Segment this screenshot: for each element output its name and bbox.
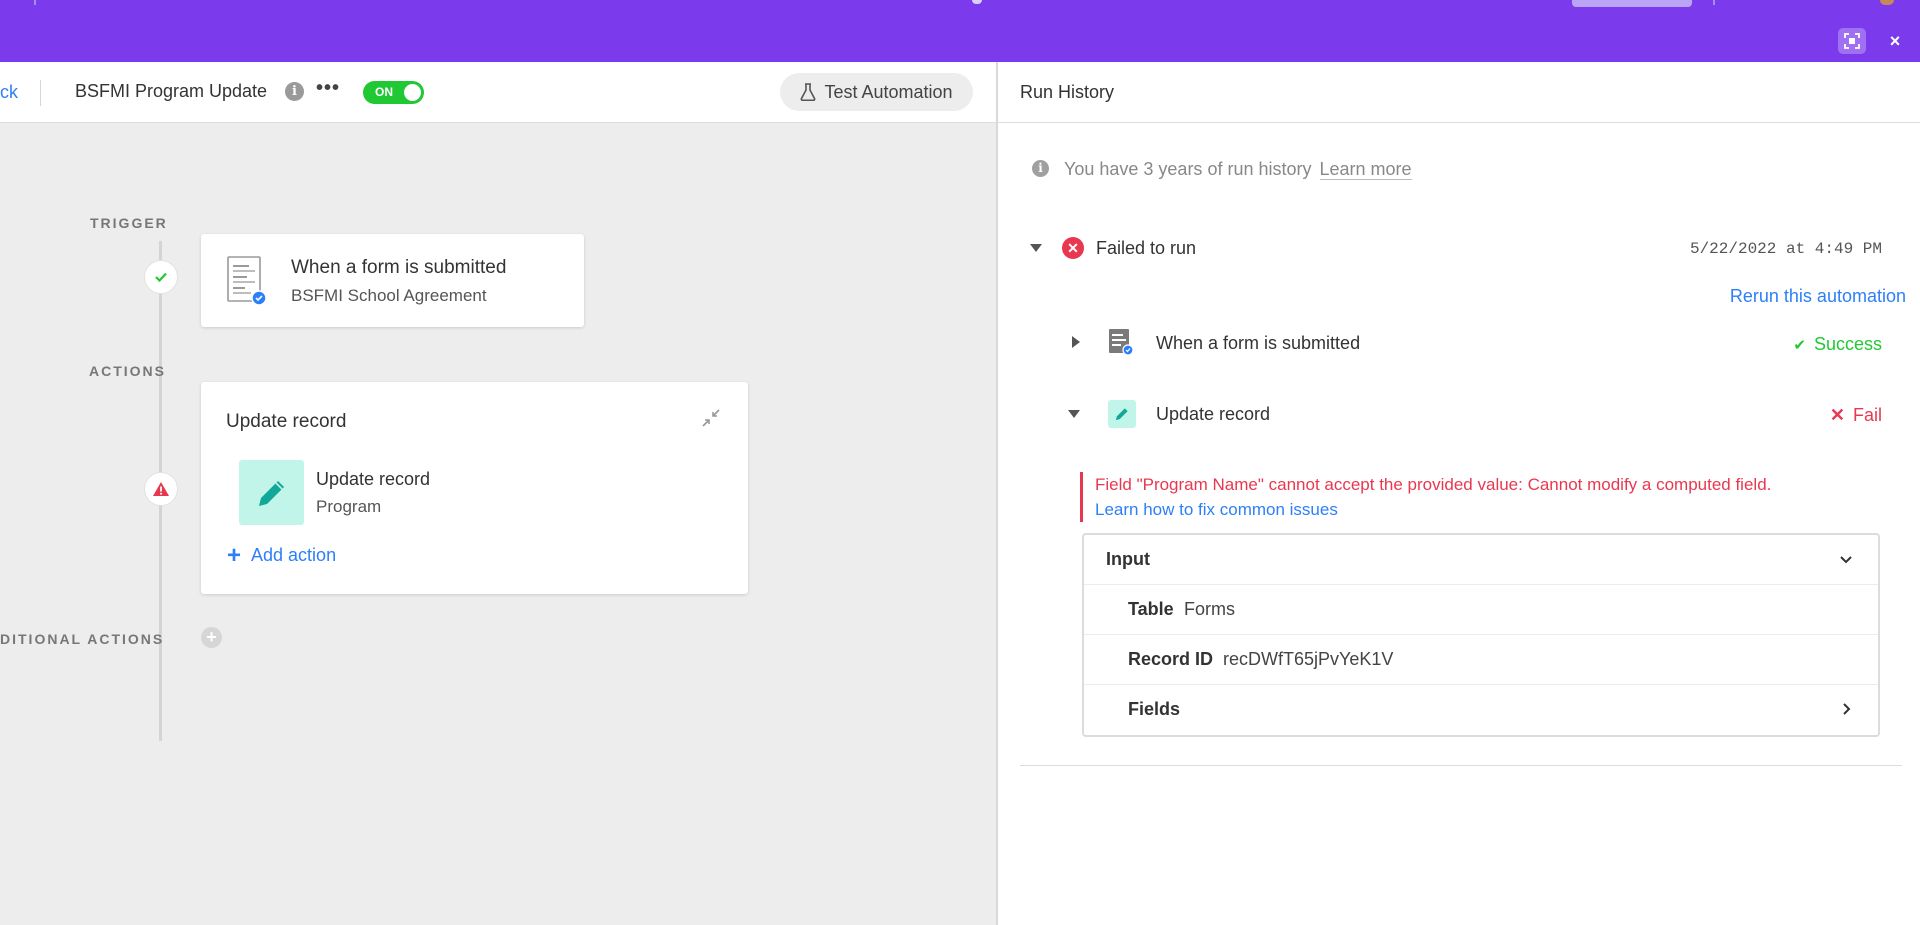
history-notice: You have 3 years of run history Learn mo…: [1064, 159, 1412, 180]
record-id-key: Record ID: [1128, 649, 1214, 669]
pencil-icon: [258, 480, 284, 506]
success-label: Success: [1813, 334, 1882, 354]
trigger-subtitle: BSFMI School Agreement: [291, 286, 487, 305]
toggle-knob: [404, 84, 421, 101]
form-icon: [1109, 329, 1134, 356]
input-header-row[interactable]: Input: [1084, 535, 1878, 585]
top-bar-button[interactable]: [1572, 0, 1692, 7]
form-icon: [227, 256, 267, 306]
chevron-right-icon: [1843, 703, 1851, 715]
step-collapse-caret-icon[interactable]: [1068, 410, 1080, 418]
input-header: Input: [1106, 549, 1150, 569]
table-key: Table: [1128, 599, 1174, 619]
run-history-panel: Run History i You have 3 years of run hi…: [996, 62, 1920, 925]
automation-title[interactable]: BSFMI Program Update: [75, 81, 267, 102]
trigger-status-dot: [144, 260, 178, 294]
fix-issues-link[interactable]: Learn how to fix common issues: [1095, 497, 1880, 522]
warning-icon: [153, 482, 169, 496]
fail-status-icon: ✕: [1062, 237, 1084, 259]
input-fields-row[interactable]: Fields: [1084, 685, 1878, 735]
history-notice-text: You have 3 years of run history: [1064, 159, 1312, 179]
run-step-status-success: ✔ Success: [1793, 334, 1882, 355]
fail-label: Fail: [1852, 405, 1882, 425]
trigger-section-label: TRIGGER: [90, 215, 168, 231]
table-value: Forms: [1184, 599, 1235, 619]
step-expand-caret-icon[interactable]: [1072, 336, 1080, 348]
conditional-actions-label: DITIONAL ACTIONS: [0, 631, 165, 647]
action-item-title[interactable]: Update record: [316, 469, 430, 490]
header-divider: [40, 80, 41, 106]
fullscreen-icon: [1844, 33, 1860, 49]
automation-toggle[interactable]: ON: [363, 81, 424, 104]
error-message: Field "Program Name" cannot accept the p…: [1095, 475, 1772, 494]
add-action-button[interactable]: + Add action: [227, 541, 337, 569]
test-automation-label: Test Automation: [824, 81, 953, 102]
toggle-label: ON: [375, 85, 393, 99]
flask-icon: [800, 83, 816, 101]
learn-more-link[interactable]: Learn more: [1319, 159, 1412, 180]
update-record-icon-tile: [1108, 400, 1136, 428]
top-bar-divider: [34, 0, 36, 5]
run-divider: [1020, 765, 1902, 766]
run-timestamp: 5/22/2022 at 4:49 PM: [1689, 240, 1882, 258]
error-message-box: Field "Program Name" cannot accept the p…: [1080, 472, 1880, 522]
input-details: Input Table Forms Record ID recDWfT65jPv…: [1082, 533, 1880, 737]
input-record-row: Record ID recDWfT65jPvYeK1V: [1084, 635, 1878, 685]
action-card-title: Update record: [226, 411, 347, 432]
run-step-status-fail: ✕ Fail: [1830, 405, 1882, 426]
back-link[interactable]: ck: [0, 82, 18, 103]
info-icon[interactable]: i: [285, 82, 304, 101]
avatar[interactable]: [1880, 0, 1894, 5]
pencil-icon: [1115, 408, 1128, 421]
add-action-label: Add action: [251, 545, 337, 565]
trigger-card[interactable]: When a form is submitted BSFMI School Ag…: [201, 234, 584, 327]
test-automation-button[interactable]: Test Automation: [780, 73, 973, 111]
trigger-title: When a form is submitted: [291, 257, 507, 278]
top-bar-indicator: [972, 0, 982, 4]
top-bar: ×: [0, 0, 1920, 62]
check-icon: [155, 272, 167, 282]
run-step-title[interactable]: When a form is submitted: [1156, 333, 1360, 354]
fields-key: Fields: [1128, 699, 1181, 719]
plus-icon: +: [227, 541, 242, 569]
run-step-title[interactable]: Update record: [1156, 404, 1270, 425]
input-table-row: Table Forms: [1084, 585, 1878, 635]
automation-canvas: TRIGGER ACTIONS DITIONAL ACTIONS When a …: [0, 123, 996, 925]
flow-line: [159, 501, 162, 741]
add-conditional-action-button[interactable]: +: [201, 627, 222, 648]
actions-section-label: ACTIONS: [89, 363, 166, 379]
action-status-dot: [144, 472, 178, 506]
run-status: Failed to run: [1096, 238, 1197, 258]
run-history-header: Run History: [998, 62, 1920, 123]
more-options-icon[interactable]: •••: [316, 77, 340, 100]
action-item-icon-tile[interactable]: [239, 460, 304, 525]
run-history-title: Run History: [1020, 82, 1115, 102]
rerun-automation-link[interactable]: Rerun this automation: [1730, 286, 1906, 307]
chevron-down-icon: [1840, 556, 1852, 564]
collapse-icon[interactable]: [701, 408, 721, 428]
info-icon: i: [1032, 160, 1049, 177]
run-collapse-caret-icon[interactable]: [1030, 244, 1042, 252]
x-icon: ✕: [1829, 405, 1845, 425]
automation-header: ck BSFMI Program Update i ••• ON Test Au…: [0, 62, 996, 123]
action-item-subtitle: Program: [316, 497, 382, 516]
close-button[interactable]: ×: [1884, 28, 1906, 54]
top-bar-divider: [1713, 0, 1715, 5]
fullscreen-button[interactable]: [1838, 28, 1866, 54]
action-card: Update record Update record Program + Ad…: [201, 382, 748, 594]
check-icon: ✔: [1793, 337, 1806, 354]
record-id-value: recDWfT65jPvYeK1V: [1223, 649, 1394, 669]
